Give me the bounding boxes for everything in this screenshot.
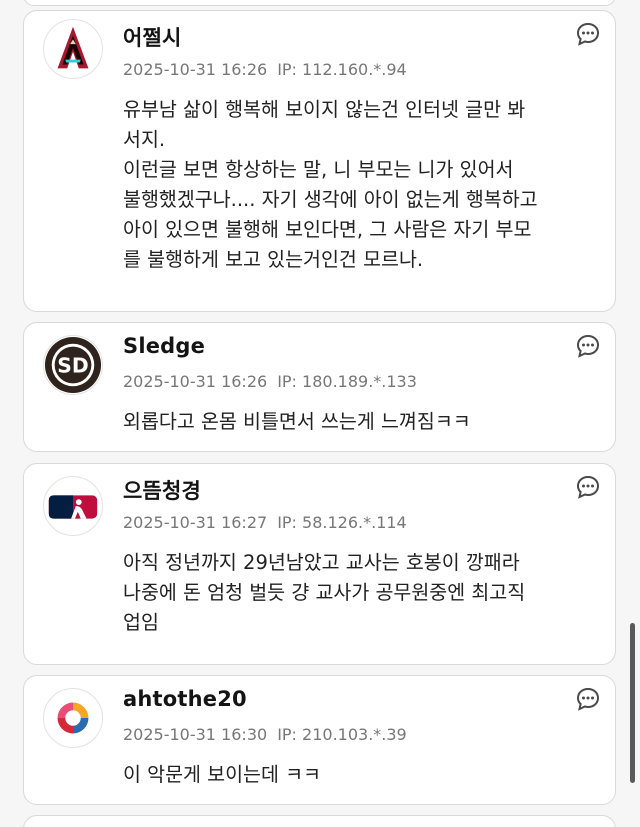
- comment-date: 2025-10-31 16:26: [123, 60, 268, 79]
- comment-meta: 2025-10-31 16:26 IP: 180.189.*.133: [123, 372, 417, 391]
- comment-line: 업임: [123, 611, 159, 634]
- next-comment-card: [23, 815, 616, 827]
- comment-line: 서지.: [123, 128, 166, 151]
- diamondbacks-logo-icon[interactable]: [43, 19, 103, 79]
- comment-author[interactable]: 으뜸청경: [123, 475, 201, 505]
- comment-meta: 2025-10-31 16:30 IP: 210.103.*.39: [123, 725, 407, 744]
- comment-bubble-icon[interactable]: [575, 686, 601, 712]
- svg-text:SD: SD: [57, 354, 88, 378]
- comment-body: 아직 정년까지 29년남았고 교사는 호봉이 깡패라 나중에 돈 엄청 벌듯 걍…: [123, 548, 601, 638]
- comment-line: 유부남 삶이 행복해 보이지 않는건 인터넷 글만 봐: [123, 98, 526, 121]
- comment-meta: 2025-10-31 16:26 IP: 112.160.*.94: [123, 60, 407, 79]
- comment-author[interactable]: Sledge: [123, 334, 205, 358]
- comment-date: 2025-10-31 16:27: [123, 513, 268, 532]
- comment-line: 이런글 보면 항상하는 말, 니 부모는 니가 있어서: [123, 158, 514, 181]
- comment-date: 2025-10-31 16:30: [123, 725, 268, 744]
- comment-card: SD Sledge 2025-10-31 16:26 IP: 180.189.*.…: [23, 322, 616, 452]
- scrollbar[interactable]: [630, 623, 635, 783]
- comment-line: 아직 정년까지 29년남았고 교사는 호봉이 깡패라: [123, 551, 520, 574]
- comment-meta: 2025-10-31 16:27 IP: 58.126.*.114: [123, 513, 407, 532]
- comment-card: ahtothe20 2025-10-31 16:30 IP: 210.103.*.…: [23, 675, 616, 805]
- comment-bubble-icon[interactable]: [575, 21, 601, 47]
- comment-list: 어쩔시 2025-10-31 16:26 IP: 112.160.*.94 유부남…: [0, 0, 640, 827]
- comment-body: 외롭다고 온몸 비틀면서 쓰는게 느껴짐ㅋㅋ: [123, 410, 471, 433]
- previous-comment-card: [23, 0, 616, 6]
- kbo-logo-icon[interactable]: [43, 688, 103, 748]
- comment-ip: IP: 210.103.*.39: [277, 725, 407, 744]
- comment-card: 어쩔시 2025-10-31 16:26 IP: 112.160.*.94 유부남…: [23, 10, 616, 312]
- comment-line: 불행했겠구나.... 자기 생각에 아이 없는게 행복하고: [123, 188, 538, 211]
- comment-bubble-icon[interactable]: [575, 333, 601, 359]
- comment-author[interactable]: 어쩔시: [123, 22, 182, 52]
- comment-line: 아이 있으면 불행해 보인다면, 그 사람은 자기 부모: [123, 218, 532, 241]
- comment-body: 이 악문게 보이는데 ㅋㅋ: [123, 763, 321, 786]
- comment-date: 2025-10-31 16:26: [123, 372, 268, 391]
- comment-ip: IP: 58.126.*.114: [277, 513, 407, 532]
- comment-line: 를 불행하게 보고 있는거인건 모르나.: [123, 248, 424, 271]
- mlb-logo-icon[interactable]: [43, 476, 103, 536]
- padres-logo-icon[interactable]: SD: [43, 335, 103, 395]
- comment-bubble-icon[interactable]: [575, 474, 601, 500]
- comment-ip: IP: 112.160.*.94: [277, 60, 407, 79]
- comment-body: 유부남 삶이 행복해 보이지 않는건 인터넷 글만 봐 서지. 이런글 보면 항…: [123, 95, 601, 275]
- comment-ip: IP: 180.189.*.133: [277, 372, 417, 391]
- comment-card: 으뜸청경 2025-10-31 16:27 IP: 58.126.*.114 아직…: [23, 463, 616, 665]
- comment-line: 나중에 돈 엄청 벌듯 걍 교사가 공무원중엔 최고직: [123, 581, 526, 604]
- comment-author[interactable]: ahtothe20: [123, 687, 247, 711]
